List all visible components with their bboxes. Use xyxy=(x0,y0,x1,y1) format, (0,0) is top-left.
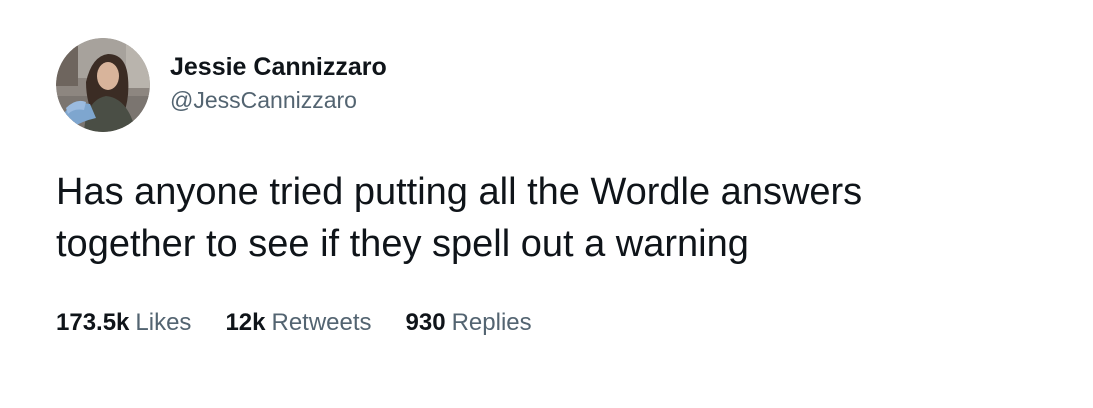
tweet-header: Jessie Cannizzaro @JessCannizzaro xyxy=(56,38,387,132)
profile-photo-icon xyxy=(56,38,150,132)
author-identity: Jessie Cannizzaro @JessCannizzaro xyxy=(170,52,387,115)
tweet-card: Jessie Cannizzaro @JessCannizzaro Has an… xyxy=(0,0,1093,408)
retweets-stat[interactable]: 12k Retweets xyxy=(225,307,371,339)
avatar[interactable] xyxy=(56,38,150,132)
likes-stat[interactable]: 173.5k Likes xyxy=(56,307,191,339)
replies-label: Replies xyxy=(451,309,532,336)
replies-count: 930 xyxy=(405,309,446,336)
author-display-name[interactable]: Jessie Cannizzaro xyxy=(170,52,387,83)
likes-label: Likes xyxy=(135,309,192,336)
tweet-stats: 173.5k Likes 12k Retweets 930 Replies xyxy=(56,307,566,339)
retweets-count: 12k xyxy=(225,309,266,336)
replies-stat[interactable]: 930 Replies xyxy=(406,307,532,339)
likes-count: 173.5k xyxy=(56,309,130,336)
retweets-label: Retweets xyxy=(271,309,372,336)
tweet-text: Has anyone tried putting all the Wordle … xyxy=(56,171,863,265)
author-handle[interactable]: @JessCannizzaro xyxy=(170,85,387,115)
